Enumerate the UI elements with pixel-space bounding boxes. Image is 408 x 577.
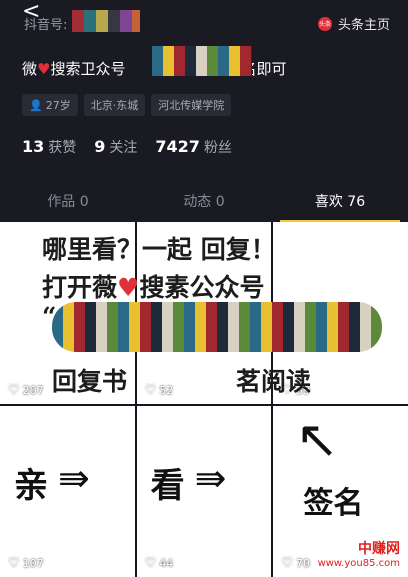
heart-outline-icon: ♡ [281, 383, 293, 398]
likes-stat[interactable]: 13 获赞 [22, 137, 76, 157]
tile-likes: ♡ 52 [145, 383, 174, 398]
tile-likes: ♡ 44 [145, 556, 174, 571]
stats-row: 13 获赞 9 关注 7427 粉丝 [22, 137, 232, 157]
tile-likes: ♡ 107 [8, 556, 44, 571]
tab-likes[interactable]: 喜欢 76 [272, 186, 408, 222]
douyin-id-label: 抖音号: [24, 18, 68, 33]
heart-outline-icon: ♡ [8, 556, 20, 571]
following-count: 9 [94, 137, 106, 156]
bio-mid: 搜索卫众号 [50, 60, 126, 78]
tile-likes-count: 44 [159, 557, 174, 570]
followers-count: 7427 [155, 137, 200, 156]
tab-activity[interactable]: 动态 0 [136, 186, 272, 222]
tile-likes-count: 207 [22, 384, 44, 397]
likes-label: 获赞 [48, 140, 77, 156]
heart-icon: ♥ [37, 60, 51, 78]
tile-likes-count: 107 [22, 557, 44, 570]
video-tile[interactable]: 亲 ⇛ ♡ 107 [0, 406, 135, 577]
followers-stat[interactable]: 7427 粉丝 [155, 137, 232, 157]
age-tag: 👤 27岁 [22, 94, 78, 116]
tab-bar: 作品 0 动态 0 喜欢 76 [0, 186, 408, 222]
watermark-brand: 中赚网 [358, 541, 400, 557]
arrow-up-left-icon: ↖ [295, 410, 339, 470]
location-tag: 北京·东城 [83, 94, 146, 116]
heart-outline-icon: ♡ [144, 383, 157, 398]
tile-char: 亲 [14, 466, 48, 506]
location-label: 北京·东城 [90, 99, 139, 112]
video-tile[interactable]: ♡ 52 [136, 222, 272, 404]
tile-likes: ♡ 207 [8, 383, 44, 398]
age-label: 27岁 [45, 99, 71, 112]
tile-likes-count: 70 [295, 557, 310, 570]
likes-count: 13 [22, 137, 45, 156]
toutiao-home-link[interactable]: 头条 头条主页 [317, 14, 390, 33]
tile-likes-count: 52 [159, 384, 174, 397]
video-tile[interactable]: ♡ 207 [0, 222, 135, 404]
watermark-url: www.you85.com [317, 558, 400, 569]
toutiao-icon: 头条 [317, 16, 332, 31]
site-watermark: 中赚网 www.you85.com [318, 538, 400, 569]
toutiao-label: 头条主页 [337, 18, 390, 33]
bio-prefix: 微 [22, 60, 38, 78]
tile-likes: ♡ 39 [281, 383, 310, 398]
heart-outline-icon: ♡ [144, 556, 157, 571]
video-tile[interactable]: 看 ⇛ ♡ 44 [136, 406, 272, 577]
tile-char: 看 [150, 466, 185, 506]
tab-works[interactable]: 作品 0 [0, 186, 136, 222]
school-tag: 河北传媒学院 [151, 94, 232, 116]
video-grid: ♡ 207 ♡ 52 ♡ 39 亲 ⇛ ♡ 107 看 ⇛ ♡ 44 ↖ 签名 ♡ 70 [0, 222, 408, 577]
person-icon: 👤 [29, 98, 43, 112]
school-label: 河北传媒学院 [158, 99, 225, 112]
arrow-right-icon: ⇛ [58, 456, 90, 500]
profile-header: < 抖音号: 头条 头条主页 微♥搜索卫众号复书名即可 👤27岁 北京·东城 河… [0, 0, 408, 222]
id-mosaic [72, 10, 140, 32]
followers-label: 粉丝 [203, 140, 232, 156]
tile-likes-count: 39 [295, 384, 310, 397]
following-stat[interactable]: 9 关注 [94, 137, 137, 157]
following-label: 关注 [109, 140, 138, 156]
tile-likes: ♡ 70 [281, 556, 310, 571]
bio-mosaic [152, 46, 252, 76]
arrow-right-icon: ⇛ [194, 456, 227, 500]
video-tile[interactable]: ♡ 39 [273, 222, 408, 404]
heart-outline-icon: ♡ [8, 383, 20, 398]
tile-char: 签名 [303, 486, 364, 521]
heart-outline-icon: ♡ [281, 556, 293, 571]
tag-row: 👤 27岁 北京·东城 河北传媒学院 [22, 94, 232, 116]
